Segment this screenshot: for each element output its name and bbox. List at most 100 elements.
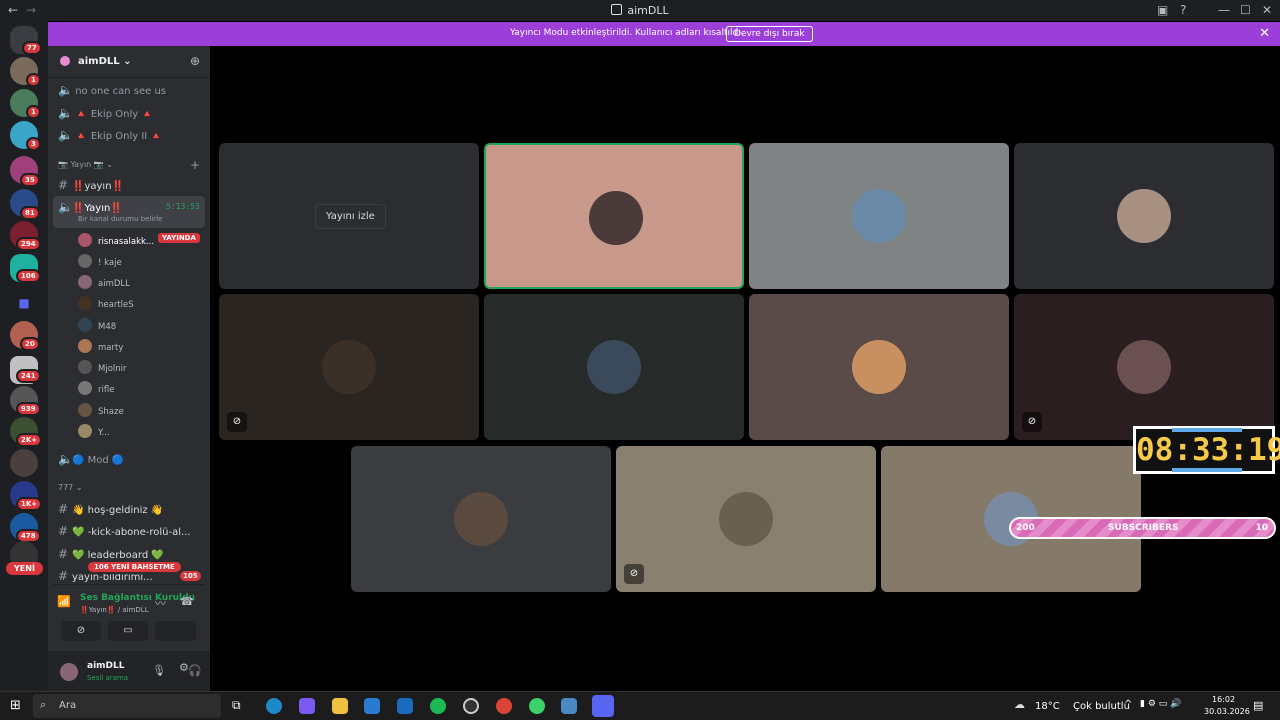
participant-tile[interactable] <box>1014 143 1274 289</box>
app-icon[interactable] <box>529 698 545 714</box>
participant-tile[interactable]: ⊘ <box>219 294 479 440</box>
voice-user[interactable]: aimDLL <box>78 275 130 289</box>
banner-close-icon[interactable]: ✕ <box>1259 26 1270 41</box>
inbox-icon[interactable]: ▣ <box>1157 3 1168 17</box>
tray-icons[interactable]: ▮ ⚙ ▭ 🔊 <box>1140 699 1181 709</box>
hash-icon: # <box>58 524 69 538</box>
weather-temp[interactable]: 18°C <box>1035 701 1060 712</box>
speaker-icon: 🔈 <box>58 83 73 97</box>
app-icon[interactable] <box>561 698 577 714</box>
user-status: Sesli arama <box>87 674 129 682</box>
chrome-icon[interactable] <box>496 698 512 714</box>
banner-message: Yayıncı Modu etkinleştirildi. Kullanıcı … <box>510 28 744 38</box>
voice-user[interactable]: rifle <box>78 381 114 395</box>
invite-people-icon[interactable]: ⊕ <box>190 54 200 68</box>
server-icon[interactable] <box>10 449 38 477</box>
text-channel[interactable]: # 👋 hoş-geldiniz 👋 <box>58 502 163 516</box>
channel-status[interactable]: Bir kanal durumu belirle <box>78 215 162 223</box>
voice-status-title[interactable]: Ses Bağlantısı Kuruldu <box>80 593 195 603</box>
username[interactable]: aimDLL <box>87 661 124 671</box>
category-777[interactable]: 777 ⌄ <box>58 483 83 492</box>
voice-channel[interactable]: 🔈🔵 Mod 🔵 <box>58 452 124 466</box>
participant-tile[interactable] <box>749 294 1009 440</box>
activities-icon <box>156 621 196 641</box>
voice-user[interactable]: Y... <box>78 424 110 438</box>
mail-icon[interactable] <box>397 698 413 714</box>
avatar <box>1117 340 1171 394</box>
participant-tile[interactable]: ⊘ <box>616 446 876 592</box>
voice-channel[interactable]: 🔈 no one can see us <box>58 83 166 97</box>
clock-time[interactable]: 16:02 <box>1212 695 1235 704</box>
participant-tile[interactable] <box>749 143 1009 289</box>
clock-date[interactable]: 30.03.2026 <box>1204 707 1250 716</box>
participant-tile-speaking[interactable] <box>484 143 744 289</box>
folder-icon[interactable]: ■ <box>10 289 38 317</box>
minimize-icon[interactable]: — <box>1218 3 1230 17</box>
close-icon[interactable]: ✕ <box>1262 3 1272 17</box>
disable-button[interactable]: Devre dışı bırak <box>726 26 813 42</box>
guild-badge: 1 <box>26 73 41 87</box>
disconnect-icon[interactable]: ☎ <box>180 595 194 608</box>
text-channel[interactable]: # 💚 -kick-abone-rolü-al... <box>58 524 191 538</box>
voice-user[interactable]: Shaze <box>78 403 124 417</box>
avatar <box>78 233 92 247</box>
maximize-icon[interactable]: ☐ <box>1240 3 1251 17</box>
category-yayin[interactable]: 📷 Yayın 📷 ⌄ <box>58 160 113 169</box>
discord-icon[interactable] <box>592 695 614 717</box>
avatar <box>322 340 376 394</box>
voice-status-channel[interactable]: ‼️Yayın‼️ / aimDLL <box>80 606 149 614</box>
streamer-mode-banner: Yayıncı Modu etkinleştirildi. Kullanıcı … <box>48 22 1280 46</box>
task-view-icon[interactable]: ⧉ <box>232 698 248 714</box>
app-icon[interactable] <box>463 698 479 714</box>
headset-icon[interactable]: 🎧 <box>188 664 202 677</box>
guild-badge: 294 <box>16 237 41 251</box>
participant-tile[interactable] <box>484 294 744 440</box>
tray-chevron-icon[interactable]: ^ <box>1124 699 1132 710</box>
voice-user[interactable]: Mjolnir <box>78 360 127 374</box>
text-channel[interactable]: # ‼️yayın‼️ <box>58 178 124 192</box>
taskbar-search[interactable]: ⌕ Ara <box>33 694 221 718</box>
spotify-icon[interactable] <box>430 698 446 714</box>
taskbar: ⊞ ⌕ Ara ⧉ ☁ 18°C Çok bulutlu ^ ▮ ⚙ ▭ 🔊 1… <box>0 691 1280 720</box>
new-unread-pill[interactable]: YENİ <box>6 562 43 575</box>
help-icon[interactable]: ? <box>1180 3 1186 17</box>
guild-badge: 3 <box>26 137 41 151</box>
voice-user[interactable]: heartleS <box>78 296 134 310</box>
avatar <box>852 189 906 243</box>
voice-user[interactable]: M48 <box>78 318 116 332</box>
add-channel-icon[interactable]: + <box>190 158 200 172</box>
speaker-icon: 🔈 <box>58 452 73 466</box>
title-bar: ← → aimDLL ▣ ? — ☐ ✕ <box>0 0 1280 21</box>
participant-tile[interactable] <box>351 446 611 592</box>
participant-tile[interactable]: ⊘ <box>1014 294 1274 440</box>
server-header[interactable]: aimDLL ⌄ ⊕ <box>48 46 210 78</box>
hash-icon: # <box>58 502 69 516</box>
watch-stream-button[interactable]: Yayını izle <box>315 204 386 229</box>
subscriber-goal-overlay: 200 SUBSCRIBERS 10 <box>1009 517 1276 539</box>
voice-user[interactable]: risnasalakk... <box>78 233 154 247</box>
file-explorer-icon[interactable] <box>332 698 348 714</box>
noise-suppression-icon[interactable]: 〰 <box>155 595 166 611</box>
camera-off-icon: ⊘ <box>624 564 644 584</box>
guild-badge: 1K+ <box>16 497 43 511</box>
windows-start-icon[interactable]: ⊞ <box>10 698 21 713</box>
copilot-icon[interactable] <box>299 698 315 714</box>
voice-channel-active[interactable]: 🔈‼️Yayın‼️ <box>58 200 123 214</box>
camera-off-button[interactable]: ⊘ <box>61 621 101 641</box>
avatar[interactable] <box>60 663 78 681</box>
avatar <box>78 318 92 332</box>
weather-desc[interactable]: Çok bulutlu <box>1073 701 1130 712</box>
text-channel[interactable]: # 💚 leaderboard 💚 <box>58 547 164 561</box>
gear-icon[interactable]: ⚙ <box>179 661 189 674</box>
screen-share-button[interactable]: ▭ <box>108 621 148 641</box>
guild-badge: 2K+ <box>16 433 43 447</box>
microphone-icon[interactable]: 🎙 <box>152 664 166 677</box>
store-icon[interactable] <box>364 698 380 714</box>
voice-channel[interactable]: 🔈 🔺 Ekip Only 🔺 <box>58 106 154 120</box>
voice-user[interactable]: ! kaje <box>78 254 122 268</box>
new-mentions-pill[interactable]: 106 YENİ BAHSETME <box>86 560 183 574</box>
voice-channel[interactable]: 🔈 🔺 Ekip Only II 🔺 <box>58 128 163 142</box>
edge-icon[interactable] <box>266 698 282 714</box>
voice-user[interactable]: marty <box>78 339 123 353</box>
notification-icon[interactable]: ▤ <box>1253 699 1263 712</box>
